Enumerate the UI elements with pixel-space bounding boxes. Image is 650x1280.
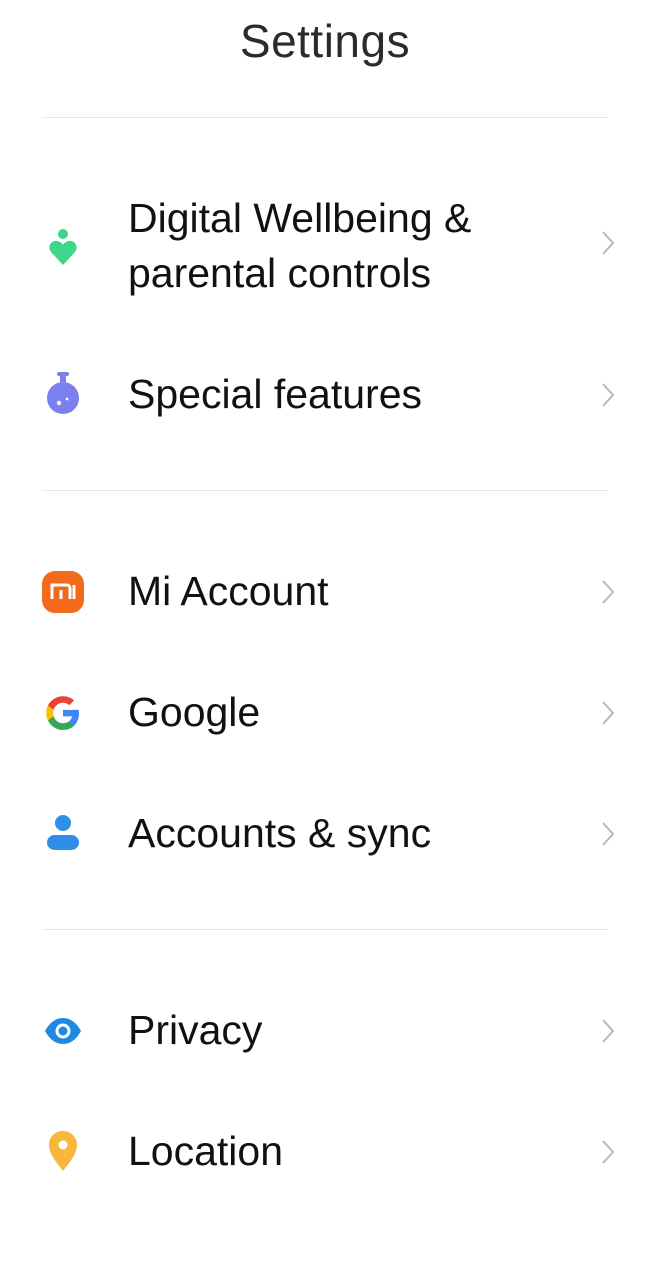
settings-item-label: Privacy <box>128 1007 263 1053</box>
settings-item-label: Location <box>128 1128 284 1174</box>
divider <box>42 490 608 491</box>
chevron-right-icon <box>596 1134 620 1170</box>
privacy-icon <box>40 1008 86 1054</box>
divider <box>42 117 608 118</box>
settings-item-digital-wellbeing[interactable]: Digital Wellbeing & parental controls <box>0 188 650 308</box>
chevron-right-icon <box>596 1013 620 1049</box>
settings-item-label: Mi Account <box>128 568 329 614</box>
settings-item-location[interactable]: Location <box>0 1122 650 1182</box>
chevron-right-icon <box>596 574 620 610</box>
settings-item-mi-account[interactable]: Mi Account <box>0 562 650 622</box>
digital-wellbeing-icon <box>40 224 86 270</box>
chevron-right-icon <box>596 377 620 413</box>
accounts-sync-icon <box>40 810 86 856</box>
chevron-right-icon <box>596 225 620 261</box>
mi-account-icon <box>40 569 86 615</box>
settings-item-label: Digital Wellbeing & parental controls <box>128 195 472 296</box>
settings-item-privacy[interactable]: Privacy <box>0 1001 650 1061</box>
location-icon <box>40 1128 86 1174</box>
google-icon <box>40 690 86 736</box>
chevron-right-icon <box>596 695 620 731</box>
settings-item-accounts-sync[interactable]: Accounts & sync <box>0 804 650 864</box>
chevron-right-icon <box>596 816 620 852</box>
settings-item-special-features[interactable]: Special features <box>0 365 650 425</box>
settings-item-label: Special features <box>128 371 423 417</box>
page-title: Settings <box>239 15 411 67</box>
settings-item-label: Accounts & sync <box>128 810 432 856</box>
special-features-icon <box>40 370 86 416</box>
settings-item-google[interactable]: Google <box>0 683 650 743</box>
settings-item-label: Google <box>128 689 261 735</box>
divider <box>42 929 608 930</box>
